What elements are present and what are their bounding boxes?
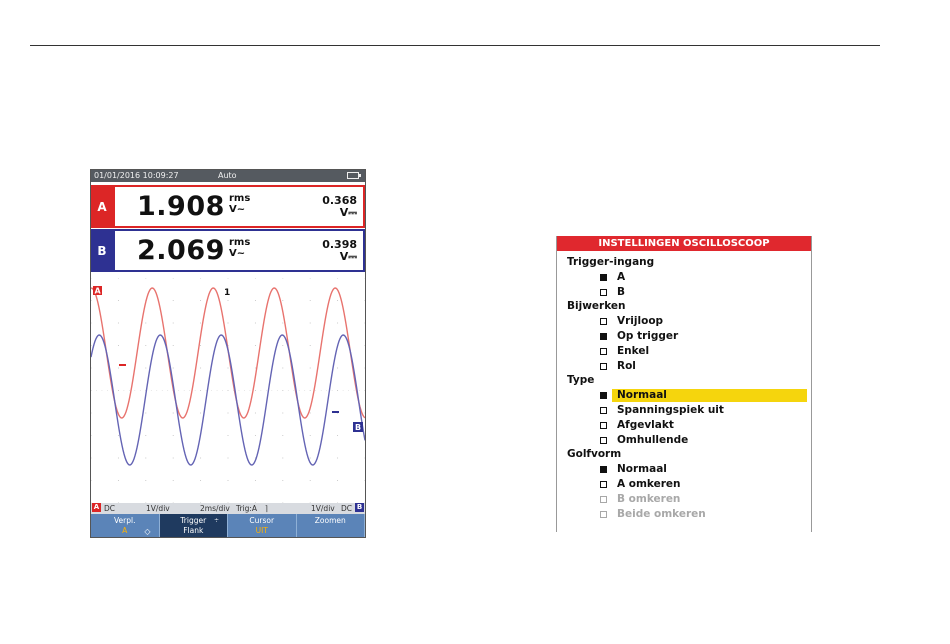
- menu-option-op-trigger[interactable]: Op trigger: [557, 329, 811, 344]
- ground-level-b: [332, 411, 339, 413]
- menu-option-label: B omkeren: [617, 492, 681, 505]
- menu-option-label: Rol: [617, 359, 636, 372]
- menu-option-label: A: [617, 270, 626, 283]
- measurement-box-a: 1.908 rms V~ 0.368 V⎓: [113, 185, 365, 228]
- checkbox-empty-icon: [600, 436, 607, 444]
- menu-option-omhullende[interactable]: Omhullende: [557, 433, 811, 448]
- trigger-source: Trig:A: [236, 504, 258, 513]
- checkbox-empty-icon: [600, 480, 607, 488]
- timebase: 2ms/div: [200, 504, 230, 513]
- scale-a-vdiv: 1V/div: [146, 504, 170, 513]
- checkbox-empty-icon: [600, 495, 607, 503]
- menu-items: Trigger-ingang A B Bijwerken Vrijloop Op trig…: [557, 255, 811, 521]
- updown-icon: ÷: [213, 517, 219, 524]
- menu-option-label: A omkeren: [617, 477, 681, 490]
- softkey-trigger-sub: Flank: [183, 526, 204, 535]
- trigger-marker: 1: [224, 288, 230, 298]
- menu-option-normaal[interactable]: Normaal: [557, 462, 811, 477]
- menu-option-afgevlakt[interactable]: Afgevlakt: [557, 418, 811, 433]
- diamond-icon: ◇: [144, 527, 151, 536]
- menu-option-label: Normaal: [617, 463, 667, 476]
- channel-a-value: 1.908: [137, 191, 225, 222]
- menu-option-normaal[interactable]: Normaal: [557, 388, 811, 403]
- channel-a-dc-value: 0.368 V⎓: [322, 194, 357, 219]
- scale-b-coupling: DC: [341, 504, 353, 513]
- checkbox-empty-icon: [600, 510, 607, 518]
- ground-level-a: [119, 364, 126, 366]
- channel-a-unit: rms V~: [229, 193, 251, 215]
- scale-b-vdiv: 1V/div: [311, 504, 335, 513]
- softkey-move[interactable]: Verpl. A ◇: [91, 514, 160, 537]
- softkey-bar: Verpl. A ◇ Trigger Flank ÷ Cursor UIT Zo…: [91, 514, 365, 537]
- menu-option-label: Normaal: [617, 389, 667, 402]
- menu-option-label: Enkel: [617, 344, 650, 357]
- trigger-edge-icon: ⌉: [265, 504, 268, 513]
- softkey-zoom-label: Zoomen: [314, 516, 346, 525]
- menu-option-label: Spanningspiek uit: [617, 403, 724, 416]
- waveform-b: [91, 334, 365, 466]
- menu-option-spanningspiek-uit[interactable]: Spanningspiek uit: [557, 403, 811, 418]
- scale-a-label: A: [92, 503, 101, 512]
- measurement-channel-b: B 2.069 rms V~ 0.398 V⎓: [91, 229, 365, 272]
- menu-option-b[interactable]: B: [557, 285, 811, 300]
- menu-option-a-omkeren[interactable]: A omkeren: [557, 477, 811, 492]
- softkey-cursor[interactable]: Cursor UIT: [228, 514, 297, 537]
- checkbox-empty-icon: [600, 318, 607, 326]
- menu-option-label: Afgevlakt: [617, 418, 674, 431]
- menu-section-bijwerken: Bijwerken: [567, 300, 626, 313]
- scale-bar: A DC 1V/div 2ms/div Trig:A ⌉ 1V/div DC B: [91, 503, 365, 514]
- checkbox-empty-icon: [600, 362, 607, 370]
- menu-option-enkel[interactable]: Enkel: [557, 344, 811, 359]
- scale-b-label: B: [355, 503, 364, 512]
- power-icon: [347, 172, 361, 179]
- menu-option-b-omkeren: B omkeren: [557, 492, 811, 507]
- softkey-move-label: Verpl.: [114, 516, 136, 525]
- checkbox-checked-icon: [600, 392, 607, 400]
- menu-section-trigger-ingang: Trigger-ingang: [567, 256, 655, 268]
- waveform-svg: A B 1: [91, 278, 365, 503]
- waveform-plot: A B 1: [91, 278, 365, 503]
- channel-a-label: A: [91, 185, 113, 228]
- checkbox-empty-icon: [600, 347, 607, 355]
- page-rule: [30, 45, 880, 46]
- checkbox-checked-icon: [600, 332, 607, 340]
- softkey-zoom[interactable]: Zoomen: [296, 514, 365, 537]
- menu-option-label: Op trigger: [617, 329, 679, 342]
- menu-option-a[interactable]: A: [557, 270, 811, 285]
- menu-option-label: Vrijloop: [617, 315, 664, 328]
- channel-b-label: B: [91, 229, 113, 272]
- menu-option-label: B: [617, 285, 626, 298]
- menu-option-rol[interactable]: Rol: [557, 359, 811, 374]
- softkey-cursor-label: Cursor: [249, 516, 275, 525]
- scale-a-coupling: DC: [104, 504, 116, 513]
- softkey-cursor-sub: UIT: [255, 526, 268, 535]
- menu-option-vrijloop[interactable]: Vrijloop: [557, 314, 811, 329]
- checkbox-checked-icon: [600, 273, 607, 281]
- checkbox-empty-icon: [600, 421, 607, 429]
- menu-section-type: Type: [567, 374, 595, 387]
- measurement-channel-a: A 1.908 rms V~ 0.368 V⎓: [91, 185, 365, 228]
- settings-menu: INSTELLINGEN OSCILLOSCOOP Trigger-ingang…: [556, 236, 812, 532]
- menu-section-golfvorm: Golfvorm: [567, 448, 622, 461]
- oscilloscope-screen: 01/01/2016 10:09:27 Auto A 1.908 rms V~ 0…: [90, 169, 366, 538]
- status-bar: 01/01/2016 10:09:27 Auto: [91, 170, 365, 182]
- checkbox-empty-icon: [600, 288, 607, 296]
- marker-a: A: [95, 287, 102, 296]
- checkbox-empty-icon: [600, 406, 607, 414]
- channel-b-value: 2.069: [137, 235, 225, 266]
- channel-b-unit: rms V~: [229, 237, 251, 259]
- menu-option-label: Omhullende: [617, 433, 689, 446]
- measurement-box-b: 2.069 rms V~ 0.398 V⎓: [113, 229, 365, 272]
- softkey-trigger[interactable]: Trigger Flank ÷: [159, 514, 228, 537]
- datetime: 01/01/2016 10:09:27: [94, 171, 179, 180]
- menu-option-beide-omkeren: Beide omkeren: [557, 507, 811, 522]
- mode-indicator: Auto: [218, 171, 237, 180]
- checkbox-checked-icon: [600, 466, 607, 474]
- channel-b-dc-value: 0.398 V⎓: [322, 238, 357, 263]
- menu-option-label: Beide omkeren: [617, 507, 706, 520]
- menu-title: INSTELLINGEN OSCILLOSCOOP: [557, 236, 811, 251]
- marker-b: B: [355, 423, 361, 432]
